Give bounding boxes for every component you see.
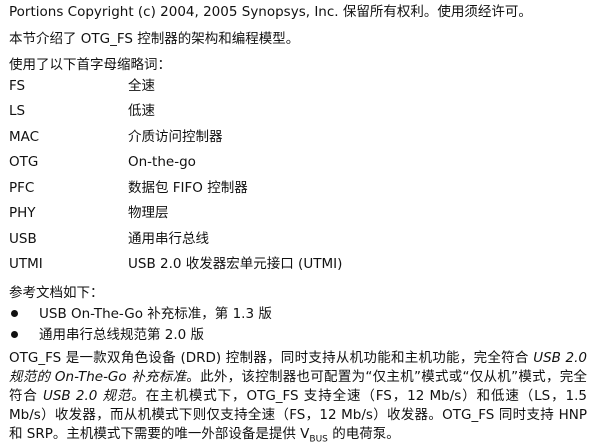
abbreviation-row: USB 通用串行总线 xyxy=(9,230,596,248)
abbreviation-row: LS 低速 xyxy=(9,102,596,120)
spec-reference: USB 2.0 规范 xyxy=(42,388,132,404)
copyright-notice: Portions Copyright (c) 2004, 2005 Synops… xyxy=(9,4,532,20)
references-heading: 参考文档如下： xyxy=(9,285,104,301)
paragraph-text: 的电荷泵。 xyxy=(327,426,400,442)
section-intro: 本节介绍了 OTG_FS 控制器的架构和编程模型。 xyxy=(9,31,300,47)
bullet-icon xyxy=(11,331,18,338)
abbreviation-term: MAC xyxy=(9,129,40,145)
paragraph-text: OTG_FS 是一款双角色设备 (DRD) 控制器，同时支持从机功能和主机功能，… xyxy=(9,350,534,366)
abbreviations-heading: 使用了以下首字母缩略词： xyxy=(9,57,171,73)
reference-text: USB On-The-Go 补充标准，第 1.3 版 xyxy=(39,306,272,322)
abbreviation-definition: 介质访问控制器 xyxy=(128,129,223,145)
abbreviation-row: FS 全速 xyxy=(9,77,596,95)
vbus-subscript: BUS xyxy=(309,434,328,445)
abbreviation-row: MAC 介质访问控制器 xyxy=(9,128,596,146)
abbreviation-term: PHY xyxy=(9,205,36,221)
description-paragraph: OTG_FS 是一款双角色设备 (DRD) 控制器，同时支持从机功能和主机功能，… xyxy=(9,349,587,444)
abbreviation-definition: 物理层 xyxy=(128,205,169,221)
abbreviation-term: OTG xyxy=(9,154,39,170)
abbreviation-definition: 低速 xyxy=(128,103,155,119)
abbreviation-definition: 数据包 FIFO 控制器 xyxy=(128,180,248,196)
abbreviation-definition: USB 2.0 收发器宏单元接口 (UTMI) xyxy=(128,256,343,272)
abbreviation-definition: 全速 xyxy=(128,78,155,94)
abbreviation-term: USB xyxy=(9,231,37,247)
abbreviation-term: UTMI xyxy=(9,256,43,272)
abbreviation-definition: On-the-go xyxy=(128,154,196,170)
abbreviation-row: PHY 物理层 xyxy=(9,204,596,222)
abbreviation-row: UTMI USB 2.0 收发器宏单元接口 (UTMI) xyxy=(9,255,596,273)
abbreviation-term: PFC xyxy=(9,180,35,196)
abbreviation-term: LS xyxy=(9,103,26,119)
bullet-icon xyxy=(11,310,18,317)
reference-text: 通用串行总线规范第 2.0 版 xyxy=(39,327,205,343)
abbreviation-definition: 通用串行总线 xyxy=(128,231,209,247)
abbreviation-row: PFC 数据包 FIFO 控制器 xyxy=(9,179,596,197)
abbreviation-row: OTG On-the-go xyxy=(9,153,596,171)
abbreviation-term: FS xyxy=(9,78,26,94)
